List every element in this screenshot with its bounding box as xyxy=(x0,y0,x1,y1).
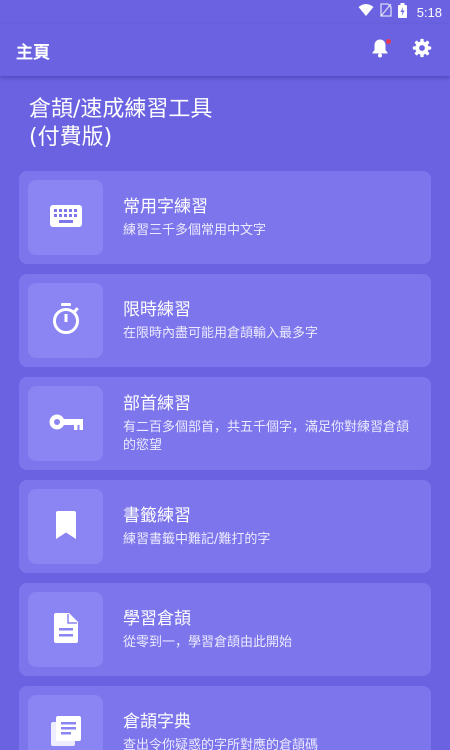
status-time: 5:18 xyxy=(416,4,442,20)
keyboard-icon xyxy=(49,204,82,231)
radicals-practice-card[interactable]: 部首練習 有二百多個部首，共五千個字，滿足你對練習倉頡的慾望 xyxy=(19,377,431,470)
common-words-practice-card[interactable]: 常用字練習 練習三千多個常用中文字 xyxy=(19,171,431,264)
practice-menu: 常用字練習 練習三千多個常用中文字 限時練習 在限時內盡可能用倉頡輸入最多字 部… xyxy=(0,171,450,750)
card-description: 在限時內盡可能用倉頡輸入最多字 xyxy=(123,325,319,341)
stopwatch-icon xyxy=(51,302,81,339)
notifications-button[interactable] xyxy=(368,38,392,62)
battery-icon xyxy=(397,2,407,22)
main-content: 倉頡/速成練習工具 (付費版) 常用字練習 練習三千多個常用中文字 限時練習 在… xyxy=(0,76,450,750)
card-title: 學習倉頡 xyxy=(123,608,191,629)
app-bar: 主頁 xyxy=(0,24,450,76)
status-bar: 5:18 xyxy=(0,0,450,24)
timed-practice-card[interactable]: 限時練習 在限時內盡可能用倉頡輸入最多字 xyxy=(19,274,431,367)
cangjie-dictionary-card[interactable]: 倉頡字典 查出令你疑惑的字所對應的倉頡碼 xyxy=(19,686,431,750)
key-icon xyxy=(49,413,83,435)
app-headline: 倉頡/速成練習工具 (付費版) xyxy=(29,96,450,152)
gear-icon xyxy=(412,38,432,62)
page-title: 主頁 xyxy=(16,42,50,63)
learn-cangjie-card[interactable]: 學習倉頡 從零到一，學習倉頡由此開始 xyxy=(19,583,431,676)
bookmark-icon xyxy=(55,510,76,543)
dictionary-icon xyxy=(50,715,81,750)
card-description: 查出令你疑惑的字所對應的倉頡碼 xyxy=(123,737,319,750)
app-bar-actions xyxy=(368,38,434,62)
card-title: 限時練習 xyxy=(123,299,191,320)
card-description: 有二百多個部首，共五千個字，滿足你對練習倉頡的慾望 xyxy=(123,419,410,453)
card-title: 倉頡字典 xyxy=(123,711,191,732)
headline-line-1: 倉頡/速成練習工具 xyxy=(29,97,213,122)
headline-line-2: (付費版) xyxy=(29,125,113,150)
card-description: 練習三千多個常用中文字 xyxy=(123,222,267,238)
wifi-icon xyxy=(358,3,374,21)
no-sim-icon xyxy=(380,3,392,21)
bookmark-practice-card[interactable]: 書籤練習 練習書籤中難記/難打的字 xyxy=(19,480,431,573)
settings-button[interactable] xyxy=(410,38,434,62)
card-description: 從零到一，學習倉頡由此開始 xyxy=(123,634,293,650)
notification-dot xyxy=(386,39,391,44)
card-title: 書籤練習 xyxy=(123,505,191,526)
document-icon xyxy=(53,612,78,647)
card-title: 部首練習 xyxy=(123,393,191,414)
card-description: 練習書籤中難記/難打的字 xyxy=(123,531,271,547)
card-title: 常用字練習 xyxy=(123,196,208,217)
